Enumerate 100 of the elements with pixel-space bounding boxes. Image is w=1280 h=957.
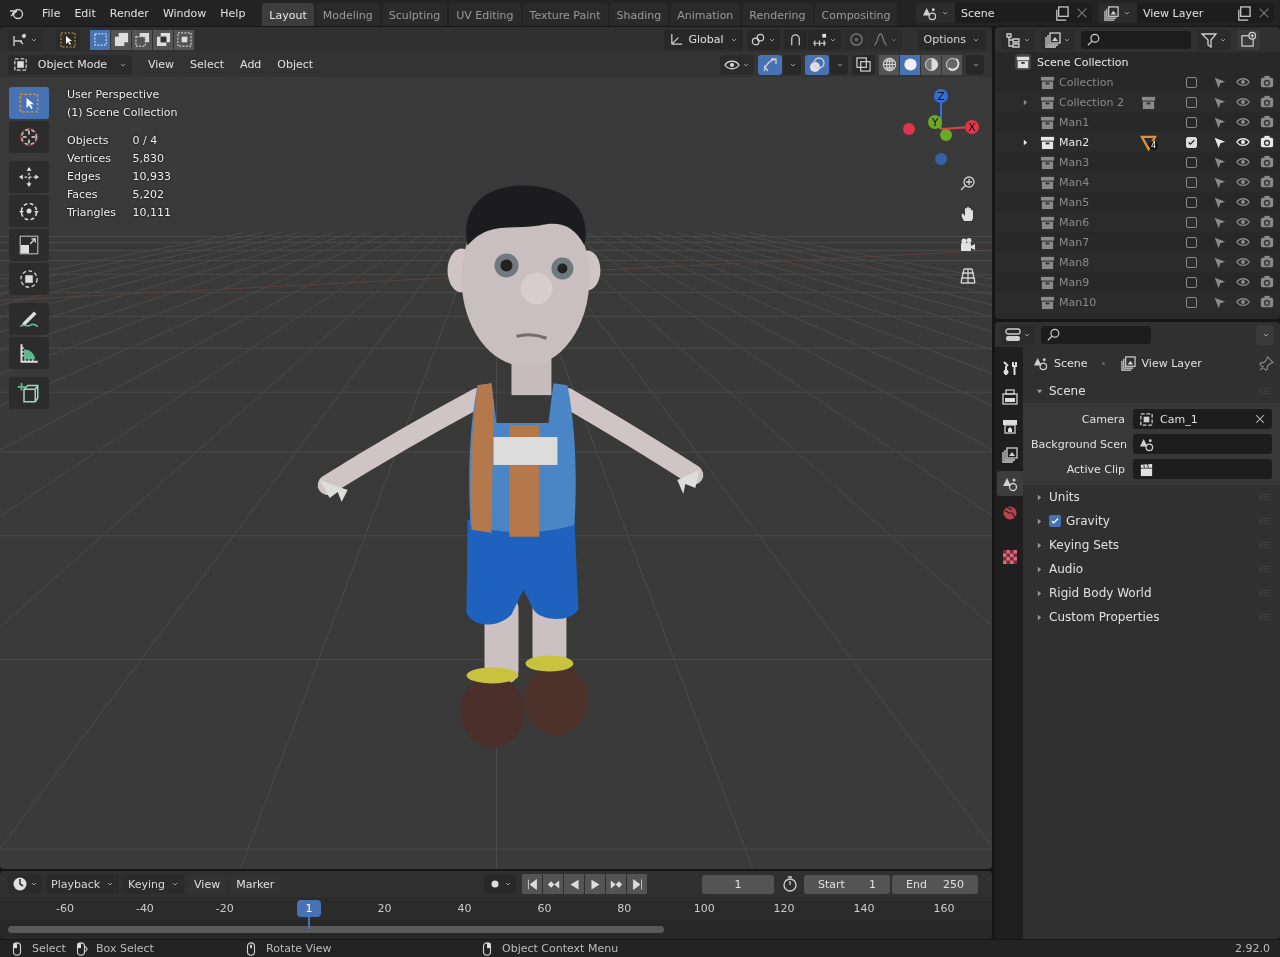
scene-selector[interactable]: Scene xyxy=(916,3,1092,23)
current-frame-field[interactable]: 1 xyxy=(702,874,774,894)
pivot-point-button[interactable] xyxy=(746,29,780,50)
record-button[interactable] xyxy=(484,874,517,894)
selection-mode-button[interactable] xyxy=(90,29,110,50)
editor-type-button[interactable] xyxy=(8,29,42,50)
axis-handle[interactable] xyxy=(935,153,947,165)
axis-handle[interactable]: Y xyxy=(928,115,942,129)
filter-button[interactable] xyxy=(1197,29,1231,50)
scene-field[interactable] xyxy=(1133,434,1272,454)
play-button[interactable] xyxy=(585,874,606,894)
axis-handle[interactable]: Z xyxy=(934,89,948,103)
panel-header[interactable]: Scene xyxy=(1023,379,1280,403)
workspace-tab[interactable]: Texture Paint xyxy=(522,3,608,26)
checkbox[interactable] xyxy=(1186,116,1197,128)
panel-header[interactable]: Units xyxy=(1023,485,1280,509)
wireframe-shading-button[interactable] xyxy=(879,54,899,75)
workspace-tab[interactable]: Rendering xyxy=(742,3,813,26)
checkbox[interactable] xyxy=(1186,256,1197,268)
mode-dropdown[interactable]: Object Mode xyxy=(8,54,132,75)
menu-item[interactable]: Edit xyxy=(67,3,103,23)
selection-mode-button[interactable] xyxy=(132,29,152,50)
jump-start-button[interactable] xyxy=(522,874,543,894)
rotate-tool[interactable] xyxy=(9,195,49,227)
selection-mode-button[interactable] xyxy=(174,29,194,50)
jump-end-button[interactable] xyxy=(627,874,648,894)
active-tool-button[interactable] xyxy=(56,29,80,50)
timeline-dropdown[interactable]: Playback xyxy=(46,874,120,894)
axis-handle[interactable]: X xyxy=(965,120,979,134)
panel-header[interactable]: Rigid Body World xyxy=(1023,581,1280,605)
overlay-toggle[interactable] xyxy=(805,54,829,75)
options-dropdown[interactable]: Options xyxy=(917,29,986,50)
checkbox[interactable] xyxy=(1186,76,1197,88)
scene-tab[interactable] xyxy=(997,471,1023,496)
search-field[interactable] xyxy=(1081,30,1191,49)
transform-tool[interactable] xyxy=(9,263,49,295)
orientation-dropdown[interactable]: Global xyxy=(664,29,743,50)
playhead[interactable]: 1 xyxy=(297,900,321,917)
panel-header[interactable]: Keying Sets xyxy=(1023,533,1280,557)
workspace-tab[interactable]: Shading xyxy=(609,3,669,26)
scale-tool[interactable] xyxy=(9,229,49,261)
panel-header[interactable]: Audio xyxy=(1023,557,1280,581)
clear-icon[interactable] xyxy=(1254,413,1266,425)
checkbox[interactable] xyxy=(1186,176,1197,188)
annotate-tool[interactable] xyxy=(9,303,49,335)
next-keyframe-button[interactable] xyxy=(606,874,627,894)
search-field[interactable] xyxy=(1041,325,1151,344)
material-shading-button[interactable] xyxy=(921,54,941,75)
axis-handle[interactable] xyxy=(940,129,952,141)
checkbox[interactable] xyxy=(1186,216,1197,228)
editor-type-button[interactable] xyxy=(1001,29,1035,50)
expand-arrow-icon[interactable] xyxy=(1021,137,1030,147)
checkbox[interactable] xyxy=(1186,196,1197,208)
snap-toggle[interactable] xyxy=(783,29,807,50)
snap-target-button[interactable] xyxy=(807,29,841,50)
gizmo-toggle[interactable] xyxy=(758,54,782,75)
prev-keyframe-button[interactable] xyxy=(543,874,564,894)
selection-mode-button[interactable] xyxy=(153,29,173,50)
view-layer-selector[interactable]: View Layer xyxy=(1098,3,1274,23)
workspace-tab[interactable]: Modeling xyxy=(315,3,380,26)
xray-toggle[interactable] xyxy=(852,54,875,75)
3d-viewport[interactable]: Global Options Object Mode View Select Add Object User Perspective (1) Scene Collection Objects 0 / 4 Vertices 5,830 Edges 10,933 Faces 5,202 Triangles 10,111 Z Y X xyxy=(0,27,992,869)
cursor-tool[interactable] xyxy=(9,121,49,153)
display-mode-button[interactable] xyxy=(1041,29,1075,50)
rendered-shading-button[interactable] xyxy=(942,54,962,75)
editor-type-button[interactable] xyxy=(8,874,42,894)
workspace-tab[interactable]: Layout xyxy=(262,3,314,26)
start-frame-field[interactable]: Start 1 xyxy=(804,874,890,894)
visibility-button[interactable] xyxy=(720,54,754,75)
menu-item[interactable]: Render xyxy=(102,3,156,23)
timeline-dropdown[interactable]: Keying xyxy=(123,874,185,894)
checkbox[interactable] xyxy=(1049,515,1061,527)
horizontal-scrollbar[interactable] xyxy=(8,926,664,933)
checkbox[interactable] xyxy=(1186,296,1197,308)
editor-type-button[interactable] xyxy=(1001,324,1035,345)
axis-handle[interactable] xyxy=(903,123,915,135)
checkbox[interactable] xyxy=(1186,236,1197,248)
solid-shading-button[interactable] xyxy=(900,54,920,75)
workspace-tab[interactable]: Animation xyxy=(670,3,741,26)
checkbox[interactable] xyxy=(1186,276,1197,288)
play-reverse-button[interactable] xyxy=(564,874,585,894)
clip-field[interactable] xyxy=(1133,459,1272,479)
workspace-tab[interactable]: Compositing xyxy=(814,3,898,26)
workspace-tab[interactable]: UV Editing xyxy=(449,3,521,26)
checkbox[interactable] xyxy=(1186,96,1197,108)
measure-tool[interactable] xyxy=(9,337,49,369)
checkbox[interactable] xyxy=(1186,156,1197,168)
camera-field[interactable]: Cam_1 xyxy=(1133,409,1272,429)
new-collection-button[interactable] xyxy=(1237,29,1260,50)
workspace-tab[interactable]: Sculpting xyxy=(381,3,448,26)
panel-header[interactable]: Custom Properties xyxy=(1023,605,1280,629)
end-frame-field[interactable]: End 250 xyxy=(892,874,978,894)
menu-item[interactable]: File xyxy=(35,3,68,23)
outliner-item-name[interactable]: Scene Collection xyxy=(1037,55,1129,69)
add-cube-tool[interactable] xyxy=(9,377,49,409)
panel-header[interactable]: Gravity xyxy=(1023,509,1280,533)
menu-item[interactable]: Help xyxy=(213,3,253,23)
proportional-edit-toggle[interactable] xyxy=(844,29,868,50)
menu-item[interactable]: Window xyxy=(155,3,214,23)
select-box-tool[interactable] xyxy=(9,87,49,119)
